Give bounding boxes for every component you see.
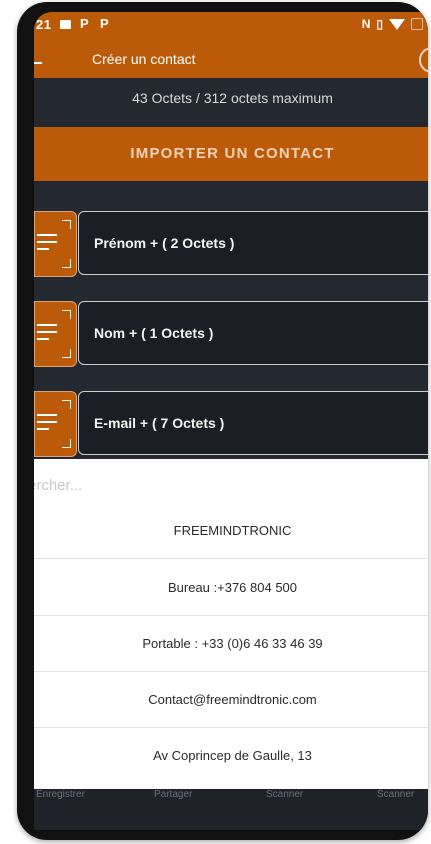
nav-scan[interactable]: Scanner: [266, 789, 303, 800]
picker-item-address[interactable]: Av Coprincep de Gaulle, 13: [34, 728, 428, 784]
phone-frame: 21 P P N ▯ Créer un contact 43 Octets / …: [17, 2, 428, 840]
corner-mark-icon: [62, 259, 71, 268]
lines-icon: [37, 324, 57, 345]
picker-item-email[interactable]: Contact@freemindtronic.com: [34, 672, 428, 728]
page-title: Créer un contact: [92, 51, 196, 67]
corner-mark-icon: [62, 400, 71, 409]
nav-scan-2[interactable]: Scanner: [377, 789, 414, 800]
corner-mark-icon: [62, 310, 71, 319]
byte-counter: 43 Octets / 312 octets maximum: [132, 90, 333, 106]
status-bar: 21 P P N ▯: [34, 12, 428, 38]
corner-mark-icon: [62, 220, 71, 229]
list-icon-button[interactable]: [34, 301, 77, 367]
email-label: E-mail + ( 7 Octets ): [94, 415, 225, 431]
field-row-email: E-mail + ( 7 Octets ): [34, 391, 428, 457]
corner-mark-icon: [62, 349, 71, 358]
status-icons: N ▯: [362, 17, 423, 31]
picker-item-mobile[interactable]: Portable : +33 (0)6 46 33 46 39: [34, 616, 428, 672]
vibrate-icon: ▯: [376, 17, 383, 31]
firstname-field[interactable]: Prénom + ( 2 Octets ): [78, 211, 428, 275]
nfc-icon: N: [361, 17, 371, 31]
app-screen: 21 P P N ▯ Créer un contact 43 Octets / …: [34, 12, 428, 830]
field-row-firstname: Prénom + ( 2 Octets ): [34, 211, 428, 277]
import-contact-button[interactable]: IMPORTER UN CONTACT: [34, 127, 428, 181]
email-field[interactable]: E-mail + ( 7 Octets ): [78, 391, 428, 455]
lines-icon: [37, 414, 57, 435]
list-icon-button[interactable]: [34, 391, 77, 457]
field-row-lastname: Nom + ( 1 Octets ): [34, 301, 428, 367]
parking-notification-icon: P: [80, 16, 89, 31]
picker-item-office[interactable]: Bureau :+376 804 500: [34, 560, 428, 616]
search-input[interactable]: ercher...: [34, 477, 82, 494]
bottom-nav: Enregistrer Partager Scanner Scanner: [34, 789, 428, 830]
nav-share[interactable]: Partager: [154, 789, 192, 800]
lastname-label: Nom + ( 1 Octets ): [94, 325, 214, 341]
action-circle-icon[interactable]: [419, 47, 428, 73]
status-time: 21: [36, 17, 52, 32]
lastname-field[interactable]: Nom + ( 1 Octets ): [78, 301, 428, 365]
list-icon-button[interactable]: [34, 211, 77, 277]
lines-icon: [37, 234, 57, 255]
firstname-label: Prénom + ( 2 Octets ): [94, 235, 235, 251]
image-notification-icon: [60, 20, 71, 29]
nav-save[interactable]: Enregistrer: [36, 789, 85, 800]
contact-picker-sheet: ercher... FREEMINDTRONIC Bureau :+376 80…: [34, 459, 428, 789]
corner-mark-icon: [62, 439, 71, 448]
battery-icon: [411, 18, 423, 30]
app-bar: Créer un contact: [34, 38, 428, 78]
picker-item-name[interactable]: FREEMINDTRONIC: [34, 503, 428, 559]
back-arrow-icon[interactable]: [34, 62, 42, 64]
wifi-icon: [389, 18, 405, 30]
parking-notification-icon-2: P: [100, 16, 109, 31]
